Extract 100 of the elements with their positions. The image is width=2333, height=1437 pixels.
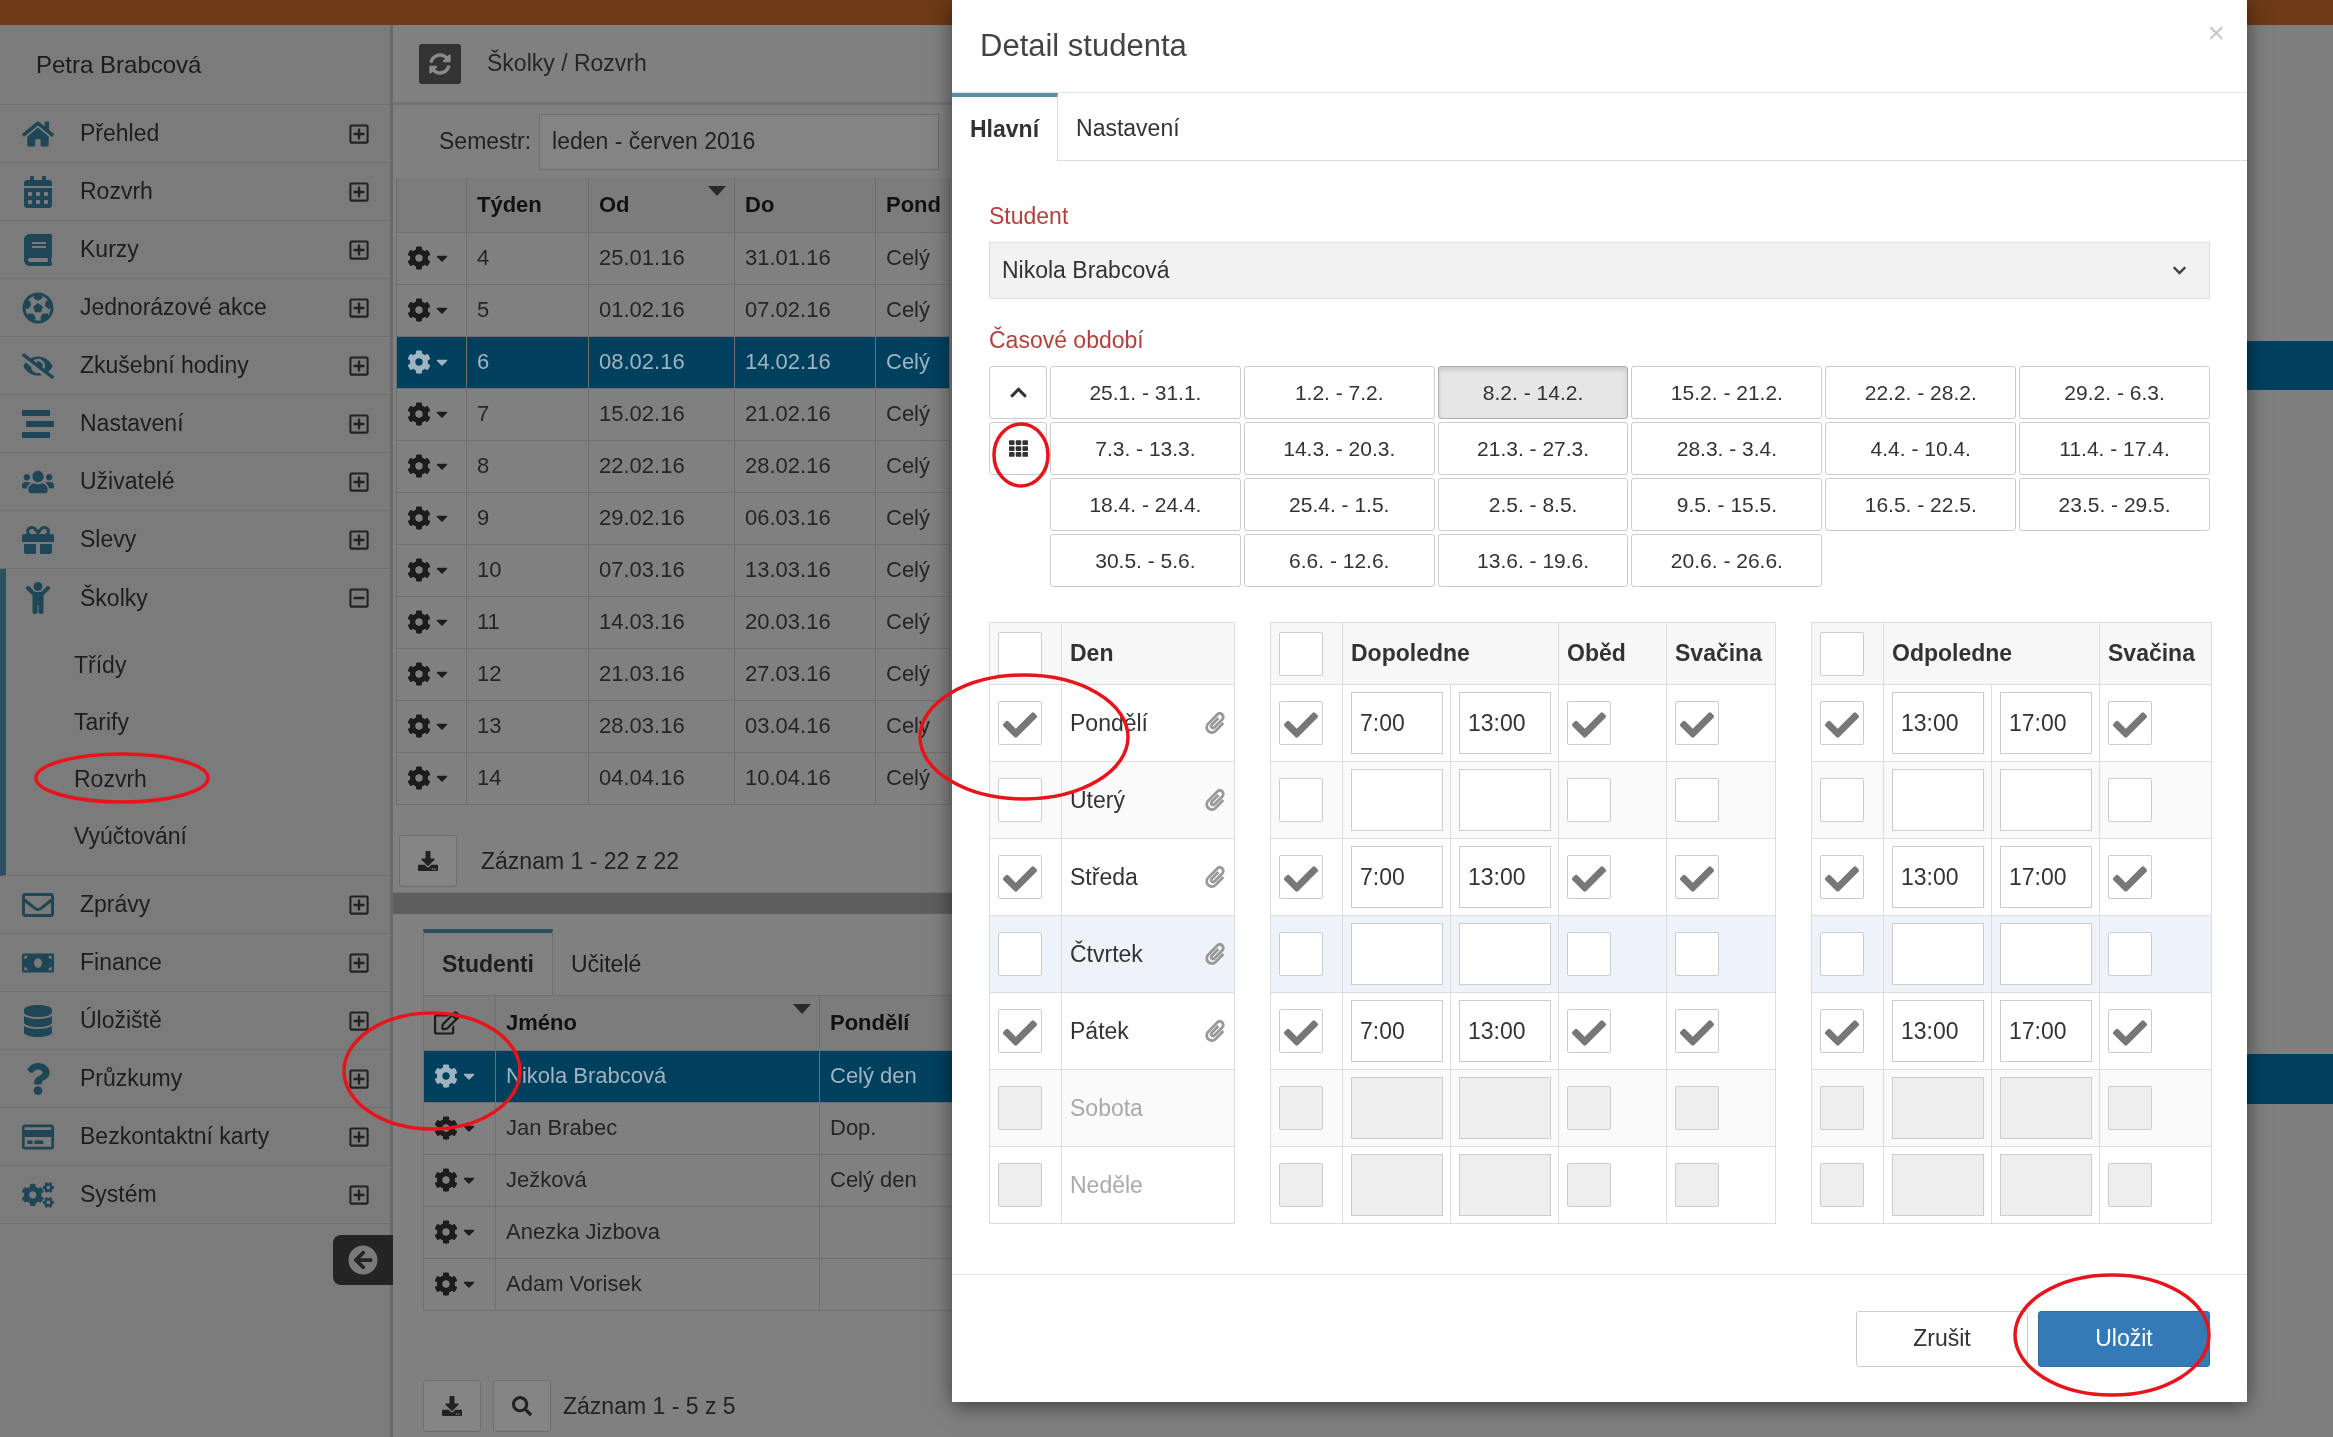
sidebar-item[interactable]: Průzkumy (0, 1050, 390, 1108)
time-field[interactable] (1892, 1077, 1984, 1139)
period-button[interactable]: 9.5. - 15.5. (1631, 478, 1823, 531)
checkbox[interactable] (998, 778, 1042, 822)
checkbox[interactable] (2108, 855, 2152, 899)
sidebar-item[interactable]: Zprávy (0, 876, 390, 934)
sidebar-item[interactable]: Bezkontaktní karty (0, 1108, 390, 1166)
checkbox[interactable] (998, 932, 1042, 976)
checkbox[interactable] (1675, 932, 1719, 976)
time-field[interactable]: 13:00 (1892, 1000, 1984, 1062)
time-field[interactable]: 7:00 (1351, 692, 1443, 754)
checkbox[interactable] (1279, 778, 1323, 822)
expand-icon[interactable] (348, 180, 370, 203)
checkbox[interactable] (1675, 1009, 1719, 1053)
sidebar-item[interactable]: Rozvrh (0, 163, 390, 221)
expand-icon[interactable] (348, 296, 370, 319)
checkbox[interactable] (1820, 1009, 1864, 1053)
submenu-item[interactable]: Vyúčtování (74, 823, 187, 850)
checkbox[interactable] (998, 855, 1042, 899)
download-button[interactable] (399, 835, 457, 887)
checkbox[interactable] (1675, 778, 1719, 822)
search-button[interactable] (493, 1380, 551, 1432)
save-button[interactable]: Uložit (2038, 1310, 2210, 1367)
column-header[interactable]: Týden (466, 178, 589, 232)
expand-icon[interactable] (348, 412, 370, 435)
column-header[interactable]: Jméno (495, 996, 820, 1050)
period-button[interactable]: 25.4. - 1.5. (1243, 478, 1435, 531)
sidebar-item[interactable]: Zkušební hodiny (0, 337, 390, 395)
period-button[interactable]: 25.1. - 31.1. (1050, 366, 1241, 419)
tab[interactable]: Studenti (423, 929, 553, 995)
checkbox[interactable] (1820, 855, 1864, 899)
time-field[interactable] (1459, 1077, 1551, 1139)
time-field[interactable] (2000, 1077, 2092, 1139)
sidebar-item[interactable]: Finance (0, 934, 390, 992)
expand-icon[interactable] (348, 1183, 370, 1206)
time-field[interactable]: 13:00 (1459, 1000, 1551, 1062)
time-field[interactable] (1351, 769, 1443, 831)
paperclip-icon[interactable] (1204, 943, 1226, 965)
expand-icon[interactable] (348, 951, 370, 974)
period-button[interactable]: 4.4. - 10.4. (1825, 422, 2017, 475)
time-field[interactable] (1892, 923, 1984, 985)
period-button[interactable]: 15.2. - 21.2. (1631, 366, 1823, 419)
expand-icon[interactable] (348, 238, 370, 261)
time-field[interactable] (1351, 923, 1443, 985)
time-field[interactable] (1892, 1154, 1984, 1216)
time-field[interactable]: 13:00 (1892, 692, 1984, 754)
paperclip-icon[interactable] (1204, 789, 1226, 811)
collapse-sidebar-button[interactable] (333, 1235, 393, 1285)
checkbox[interactable] (1567, 778, 1611, 822)
sidebar-item[interactable]: Úložiště (0, 992, 390, 1050)
expand-icon[interactable] (348, 1125, 370, 1148)
period-button[interactable]: 14.3. - 20.3. (1243, 422, 1435, 475)
student-select[interactable]: Nikola Brabcová (989, 242, 2210, 299)
column-header[interactable]: Od (588, 178, 735, 232)
sidebar-item[interactable]: Nastavení (0, 395, 390, 453)
period-button[interactable]: 2.5. - 8.5. (1437, 478, 1629, 531)
checkbox[interactable] (1567, 855, 1611, 899)
checkbox[interactable] (2108, 1009, 2152, 1053)
time-field[interactable] (2000, 769, 2092, 831)
period-button[interactable]: 20.6. - 26.6. (1631, 534, 1823, 587)
tab[interactable]: Hlavní (952, 93, 1059, 161)
column-header[interactable]: Pond (875, 178, 950, 232)
time-field[interactable]: 17:00 (2000, 1000, 2092, 1062)
time-field[interactable] (1459, 1154, 1551, 1216)
period-button[interactable]: 6.6. - 12.6. (1243, 534, 1435, 587)
period-button[interactable]: 11.4. - 17.4. (2019, 422, 2210, 475)
period-button[interactable]: 30.5. - 5.6. (1050, 534, 1241, 587)
time-field[interactable] (2000, 923, 2092, 985)
checkbox[interactable] (998, 631, 1042, 676)
checkbox[interactable] (998, 701, 1042, 745)
checkbox[interactable] (1567, 701, 1611, 745)
checkbox[interactable] (1279, 631, 1323, 676)
checkbox[interactable] (1567, 1009, 1611, 1053)
expand-icon[interactable] (348, 354, 370, 377)
checkbox[interactable] (1279, 932, 1323, 976)
sidebar-item[interactable]: Uživatelé (0, 453, 390, 511)
time-field[interactable]: 7:00 (1351, 1000, 1443, 1062)
checkbox[interactable] (1820, 631, 1864, 676)
paperclip-icon[interactable] (1204, 712, 1226, 734)
expand-icon[interactable] (348, 470, 370, 493)
time-field[interactable] (1351, 1154, 1443, 1216)
period-button[interactable]: 1.2. - 7.2. (1243, 366, 1435, 419)
time-field[interactable] (1892, 769, 1984, 831)
checkbox[interactable] (1820, 701, 1864, 745)
period-button[interactable]: 28.3. - 3.4. (1631, 422, 1823, 475)
period-button[interactable]: 21.3. - 27.3. (1437, 422, 1629, 475)
expand-icon[interactable] (348, 1009, 370, 1032)
time-field[interactable] (1459, 769, 1551, 831)
sidebar-item[interactable]: Systém (0, 1166, 390, 1224)
paperclip-icon[interactable] (1204, 866, 1226, 888)
column-header[interactable]: Do (734, 178, 876, 232)
sidebar-item[interactable]: Slevy (0, 511, 390, 569)
period-button[interactable]: 8.2. - 14.2. (1437, 366, 1629, 419)
sidebar-item[interactable]: Přehled (0, 105, 390, 163)
period-button[interactable]: 13.6. - 19.6. (1437, 534, 1629, 587)
sidebar-item[interactable]: Jednorázové akce (0, 279, 390, 337)
submenu-item[interactable]: Třídy (74, 652, 127, 679)
refresh-button[interactable] (419, 43, 461, 84)
period-button[interactable]: 7.3. - 13.3. (1050, 422, 1241, 475)
period-button[interactable]: 29.2. - 6.3. (2019, 366, 2210, 419)
